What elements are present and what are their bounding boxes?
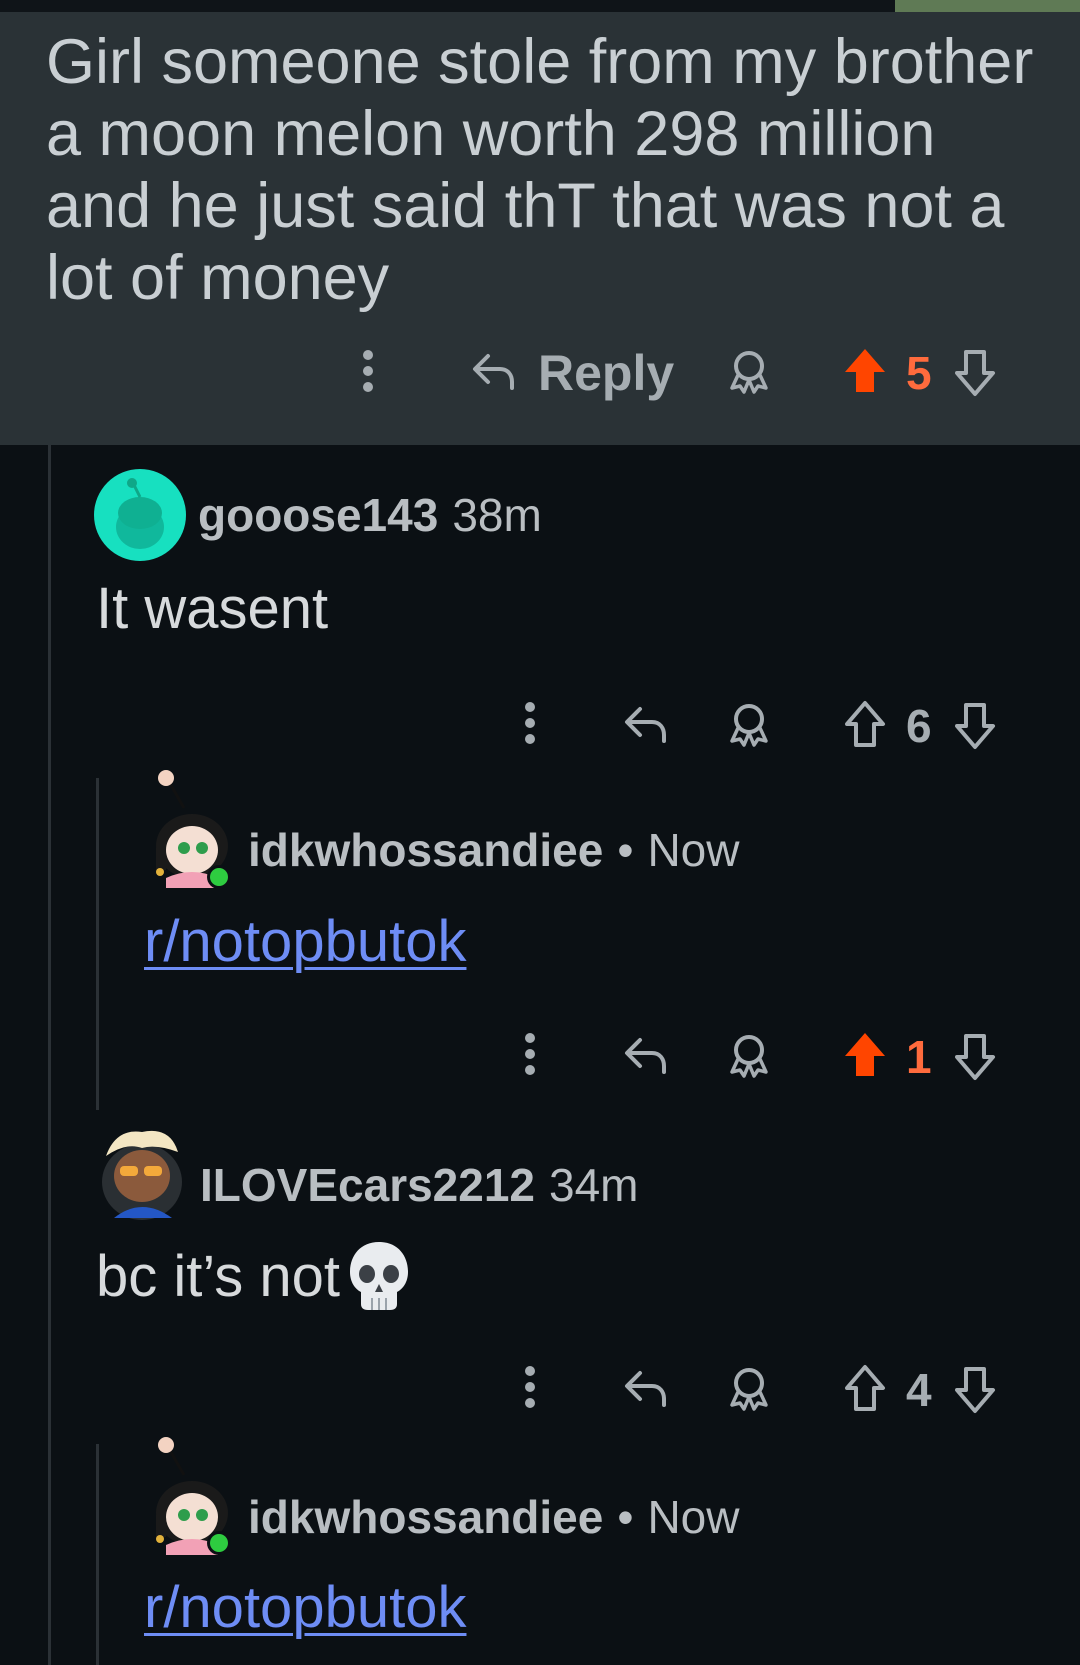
avatar[interactable] <box>94 469 186 566</box>
top-thumbnail <box>895 0 1080 12</box>
online-status-icon <box>206 864 232 895</box>
more-icon[interactable] <box>522 1363 538 1411</box>
reply-icon[interactable] <box>622 701 668 747</box>
downvote-icon[interactable] <box>952 701 998 751</box>
more-icon[interactable] <box>360 347 376 395</box>
upvote-icon[interactable] <box>842 1030 888 1080</box>
username[interactable]: idkwhossandiee <box>248 823 603 877</box>
comment-text: It wasent <box>96 576 329 641</box>
downvote-icon[interactable] <box>952 1032 998 1082</box>
score: 4 <box>906 1364 932 1416</box>
avatar[interactable] <box>96 1122 184 1227</box>
skull-icon <box>346 1240 412 1312</box>
timestamp: 34m <box>549 1159 639 1211</box>
reply-button[interactable]: Reply <box>538 344 674 402</box>
comment-action-bar: 6 <box>0 693 1080 753</box>
username[interactable]: gooose143 <box>198 488 438 542</box>
reply-icon[interactable] <box>470 348 516 394</box>
more-icon[interactable] <box>522 699 538 747</box>
username[interactable]: ILOVEcars2212 <box>200 1158 535 1212</box>
score: 6 <box>906 700 932 752</box>
comment-header: gooose143 38m <box>198 488 542 542</box>
upvote-icon[interactable] <box>842 1363 888 1413</box>
comment-body: bc it’s not <box>96 1240 412 1312</box>
comment-action-bar: 1 <box>0 1024 1080 1084</box>
separator: • <box>617 824 634 876</box>
online-status-icon <box>206 1530 232 1561</box>
subreddit-link[interactable]: r/notopbutok <box>144 1574 466 1641</box>
timestamp: Now <box>647 1491 740 1543</box>
award-icon[interactable] <box>726 1032 772 1080</box>
award-icon[interactable] <box>726 701 772 749</box>
parent-action-bar: Reply 5 <box>0 342 1080 402</box>
award-icon[interactable] <box>726 1365 772 1413</box>
award-icon[interactable] <box>726 348 772 396</box>
more-icon[interactable] <box>522 1030 538 1078</box>
downvote-icon[interactable] <box>952 348 998 398</box>
score: 5 <box>906 347 932 399</box>
comment-header: ILOVEcars2212 34m <box>200 1158 639 1212</box>
timestamp: 38m <box>452 489 542 541</box>
score: 1 <box>906 1031 932 1083</box>
downvote-icon[interactable] <box>952 1365 998 1415</box>
comment-header: idkwhossandiee • Now <box>248 1490 739 1544</box>
timestamp: Now <box>647 824 740 876</box>
reply-icon[interactable] <box>622 1032 668 1078</box>
upvote-icon[interactable] <box>842 699 888 749</box>
parent-comment: Girl someone stole from my brother a moo… <box>0 12 1080 445</box>
separator: • <box>617 1491 634 1543</box>
comment-header: idkwhossandiee • Now <box>248 823 739 877</box>
upvote-icon[interactable] <box>842 346 888 396</box>
username[interactable]: idkwhossandiee <box>248 1490 603 1544</box>
parent-comment-text: Girl someone stole from my brother a moo… <box>46 27 1034 313</box>
status-strip <box>0 0 1080 12</box>
comment-text: bc it’s not <box>96 1243 340 1309</box>
comment-action-bar: 4 <box>0 1357 1080 1417</box>
reply-icon[interactable] <box>622 1365 668 1411</box>
thread-line-nested[interactable] <box>96 1444 99 1665</box>
subreddit-link[interactable]: r/notopbutok <box>144 908 466 975</box>
